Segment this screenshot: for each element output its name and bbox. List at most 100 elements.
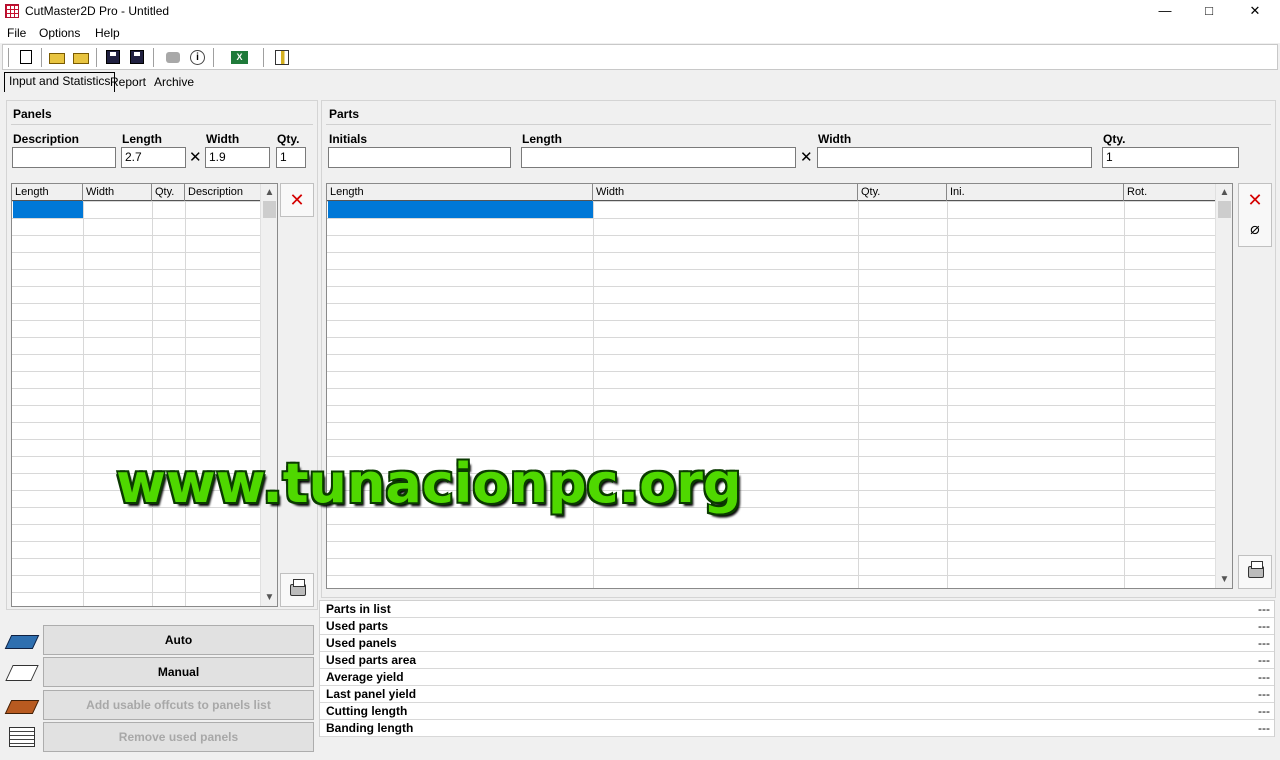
stat-value: ---: [1258, 687, 1270, 701]
parts-col-length[interactable]: Length: [327, 184, 593, 201]
parts-actions: ✕ ⌀: [1238, 183, 1272, 247]
panels-table-body[interactable]: [12, 201, 260, 606]
scroll-down-icon[interactable]: ▼: [261, 589, 277, 606]
info-button[interactable]: i: [187, 48, 207, 67]
stat-row: Cutting length ---: [320, 703, 1274, 720]
panels-col-qty[interactable]: Qty.: [152, 184, 185, 201]
stat-label: Banding length: [326, 721, 414, 735]
toolbar: i X: [2, 44, 1278, 70]
scroll-thumb[interactable]: [263, 201, 276, 218]
toolbar-separator: [263, 48, 264, 67]
print-panels-button[interactable]: [280, 573, 314, 607]
parts-scrollbar[interactable]: ▲ ▼: [1215, 184, 1232, 588]
print-parts-button[interactable]: [1238, 555, 1272, 589]
panels-description-input[interactable]: [12, 147, 116, 168]
open-button[interactable]: [47, 48, 67, 67]
delete-icon: ✕: [1247, 190, 1263, 210]
column-line: [1124, 201, 1125, 588]
new-document-icon: [20, 50, 32, 64]
column-line: [83, 201, 84, 606]
window-title: CutMaster2D Pro - Untitled: [25, 4, 170, 18]
parts-col-initials[interactable]: Ini.: [947, 184, 1124, 201]
stat-row: Used parts ---: [320, 618, 1274, 635]
parts-col-width[interactable]: Width: [593, 184, 858, 201]
parts-length-label: Length: [522, 132, 562, 146]
stat-value: ---: [1258, 721, 1270, 735]
printer-icon: [290, 579, 306, 596]
column-line: [152, 201, 153, 606]
stat-value: ---: [1258, 670, 1270, 684]
settings-button[interactable]: [163, 48, 183, 67]
auto-button[interactable]: Auto: [43, 625, 314, 655]
scroll-thumb[interactable]: [1218, 201, 1231, 218]
stat-row: Last panel yield ---: [320, 686, 1274, 703]
remove-used-panels-button[interactable]: Remove used panels: [43, 722, 314, 752]
panels-col-length[interactable]: Length: [12, 184, 83, 201]
selected-cell[interactable]: [13, 201, 83, 218]
panels-title: Panels: [13, 107, 52, 121]
parts-initials-input[interactable]: [328, 147, 511, 168]
panels-scrollbar[interactable]: ▲ ▼: [260, 184, 277, 606]
parts-length-input[interactable]: [521, 147, 796, 168]
tab-archive[interactable]: Archive: [150, 74, 198, 92]
stat-label: Used panels: [326, 636, 397, 650]
panels-description-label: Description: [13, 132, 80, 146]
panels-qty-input[interactable]: 1: [276, 147, 306, 168]
printer-icon: [1248, 561, 1264, 578]
app-icon: [5, 4, 19, 18]
parts-col-rotation[interactable]: Rot.: [1124, 184, 1215, 201]
info-icon: i: [190, 50, 205, 65]
save-button[interactable]: [103, 48, 123, 67]
watermark-text: www.tunacionpc.org: [116, 452, 742, 515]
manual-edit-icon: [5, 659, 39, 685]
close-button[interactable]: ✕: [1232, 0, 1278, 23]
delete-panel-button[interactable]: ✕: [280, 183, 314, 217]
selected-cell[interactable]: [328, 201, 593, 218]
column-line: [593, 201, 594, 588]
scroll-up-icon[interactable]: ▲: [261, 184, 277, 201]
menu-help[interactable]: Help: [95, 26, 120, 40]
toolbar-separator: [41, 48, 42, 67]
excel-icon: X: [231, 51, 248, 64]
parts-table[interactable]: Length Width Qty. Ini. Rot. ▲ ▼: [326, 183, 1233, 589]
parts-qty-input[interactable]: 1: [1102, 147, 1239, 168]
add-offcuts-button[interactable]: Add usable offcuts to panels list: [43, 690, 314, 720]
new-document-button[interactable]: [16, 48, 36, 67]
delete-part-button[interactable]: ✕: [1239, 184, 1271, 216]
parts-table-body[interactable]: [327, 201, 1215, 588]
stat-value: ---: [1258, 653, 1270, 667]
panels-length-label: Length: [122, 132, 162, 146]
maximize-button[interactable]: □: [1186, 0, 1232, 23]
manual-button[interactable]: Manual: [43, 657, 314, 687]
settings-icon: [166, 52, 180, 63]
tab-report[interactable]: Report: [106, 74, 150, 92]
import-button[interactable]: [71, 48, 91, 67]
scroll-up-icon[interactable]: ▲: [1216, 184, 1232, 201]
tab-input-and-statistics[interactable]: Input and Statistics: [4, 72, 116, 92]
panels-width-input[interactable]: 1.9: [205, 147, 270, 168]
open-folder-icon: [49, 53, 65, 64]
panels-length-input[interactable]: 2.7: [121, 147, 186, 168]
remove-panels-icon: [6, 723, 38, 749]
calculator-icon: [4, 627, 40, 653]
save-as-button[interactable]: [127, 48, 147, 67]
parts-width-input[interactable]: [817, 147, 1092, 168]
stat-row: Used panels ---: [320, 635, 1274, 652]
minimize-button[interactable]: —: [1142, 0, 1188, 23]
scroll-down-icon[interactable]: ▼: [1216, 571, 1232, 588]
menu-options[interactable]: Options: [39, 26, 80, 40]
unlink-icon: ⌀: [1250, 221, 1260, 238]
unlink-part-button[interactable]: ⌀: [1239, 216, 1271, 244]
panels-col-description[interactable]: Description: [185, 184, 260, 201]
stat-row: Banding length ---: [320, 720, 1274, 737]
panels-table[interactable]: Length Width Qty. Description ▲ ▼: [11, 183, 278, 607]
menu-file[interactable]: File: [7, 26, 26, 40]
parts-width-label: Width: [818, 132, 852, 146]
stat-label: Cutting length: [326, 704, 408, 718]
panels-col-width[interactable]: Width: [83, 184, 152, 201]
export-excel-button[interactable]: X: [229, 48, 249, 67]
parts-initials-label: Initials: [329, 132, 368, 146]
chart-button[interactable]: [272, 48, 292, 67]
panels-width-label: Width: [206, 132, 240, 146]
parts-col-qty[interactable]: Qty.: [858, 184, 947, 201]
